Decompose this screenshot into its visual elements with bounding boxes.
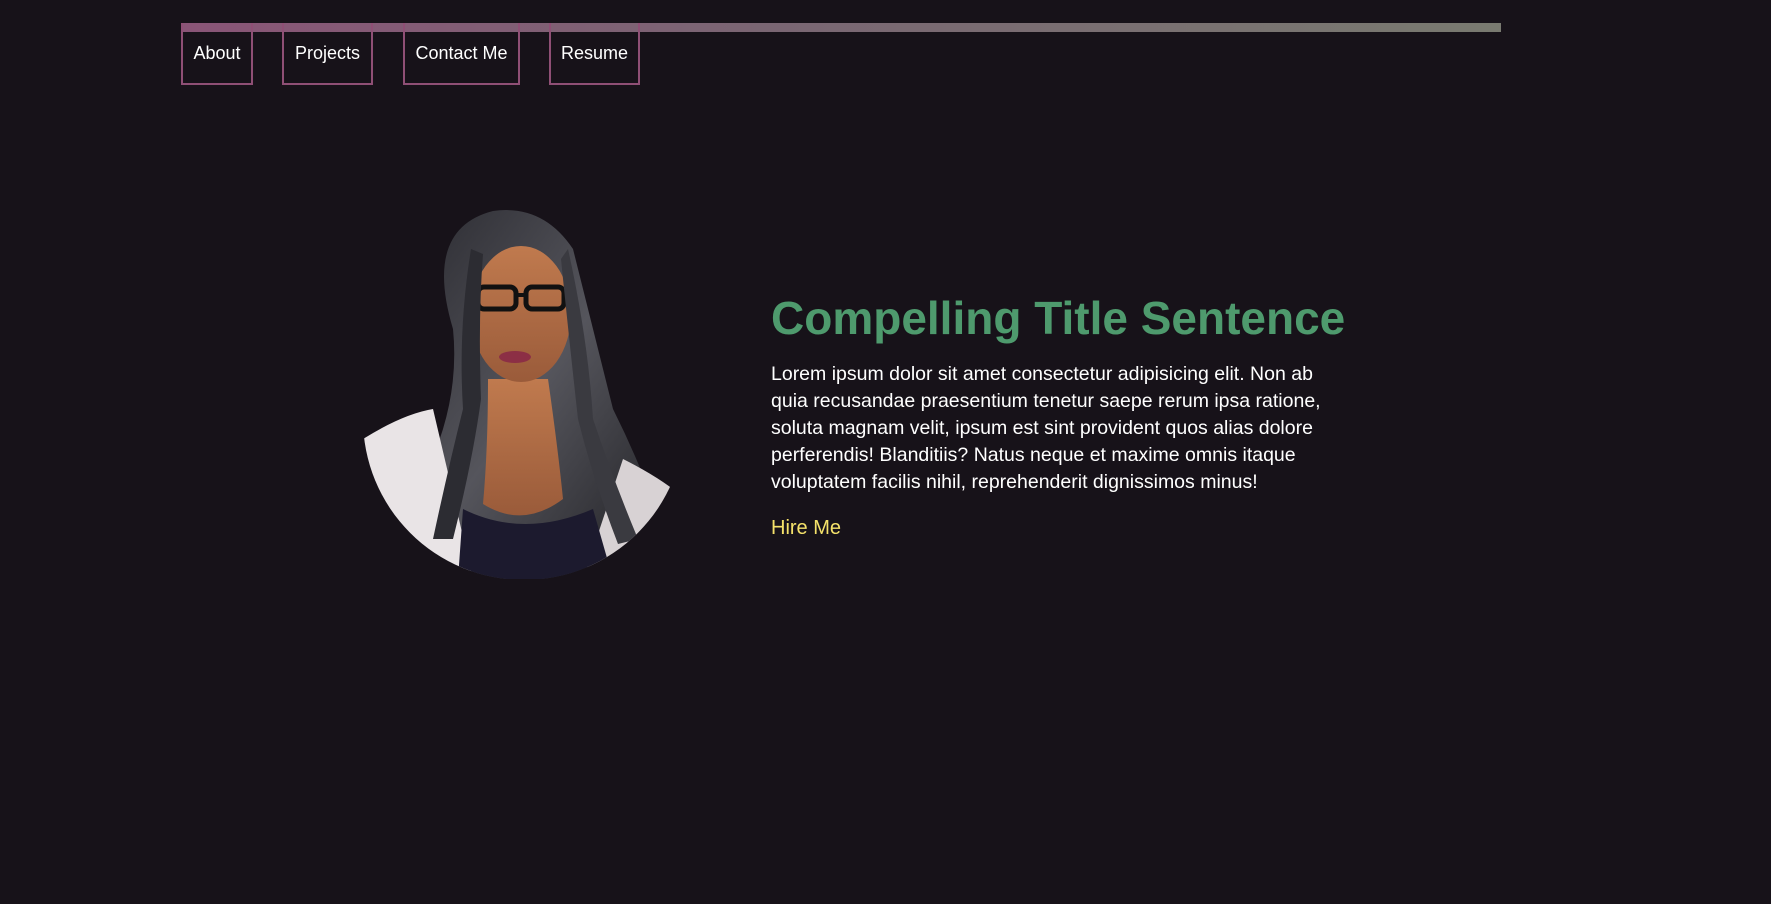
profile-portrait (363, 210, 685, 579)
hire-me-link[interactable]: Hire Me (771, 515, 841, 541)
page: About Projects Contact Me Resume Compell… (0, 0, 1771, 904)
accent-gradient-bar (181, 23, 1501, 32)
nav-item-about[interactable]: About (181, 23, 253, 85)
hero-description: Lorem ipsum dolor sit amet consectetur a… (771, 363, 1321, 493)
nav-item-contact-me[interactable]: Contact Me (403, 23, 520, 85)
nav-item-projects[interactable]: Projects (282, 23, 373, 85)
hero-title: Compelling Title Sentence (771, 292, 1346, 344)
nav-item-resume[interactable]: Resume (549, 23, 640, 85)
